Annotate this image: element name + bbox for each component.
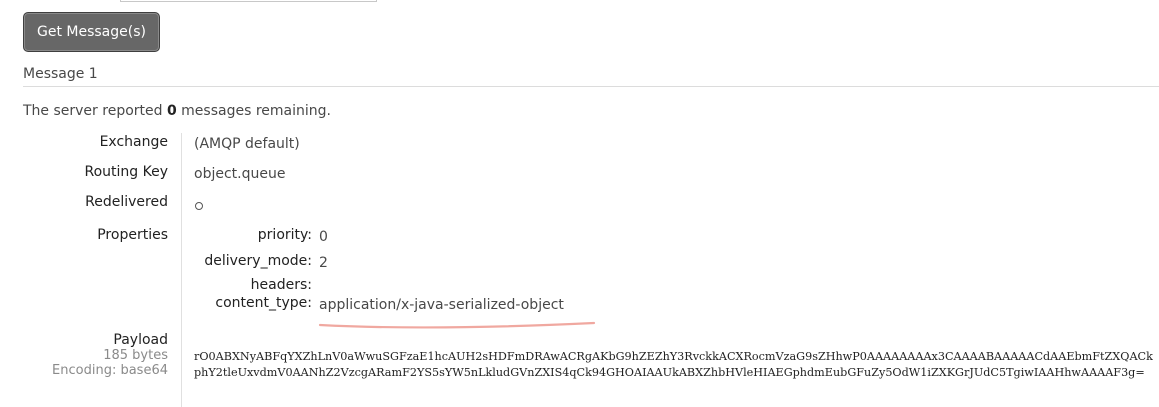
priority-value: 0 — [319, 229, 328, 245]
headers-key: headers: — [250, 277, 312, 293]
server-note: The server reported 0 messages remaining… — [23, 103, 331, 119]
annotation-underline — [318, 321, 596, 329]
delivery-mode-key: delivery_mode: — [204, 253, 312, 269]
get-messages-button[interactable]: Get Message(s) — [23, 12, 160, 52]
remaining-count: 0 — [166, 103, 177, 119]
server-note-prefix: The server reported — [23, 103, 167, 119]
field-separator-line — [181, 133, 182, 407]
content-type-key: content_type: — [215, 295, 312, 311]
circle-outline-icon — [195, 202, 203, 210]
message-title: Message 1 — [23, 66, 98, 82]
redelivered-label: Redelivered — [85, 194, 168, 210]
message-divider — [23, 86, 1159, 87]
delivery-mode-value: 2 — [319, 255, 328, 271]
payload-size: 185 bytes — [103, 348, 168, 363]
payload-label: Payload — [113, 332, 168, 348]
exchange-label: Exchange — [99, 134, 168, 150]
properties-label: Properties — [97, 227, 168, 243]
payload-text: rO0ABXNyABFqYXZhLnV0aWwuSGFzaE1hcAUH2sHD… — [194, 350, 1153, 379]
priority-key: priority: — [257, 227, 312, 243]
queue-name-input[interactable] — [120, 0, 377, 2]
server-note-suffix: messages remaining. — [176, 103, 331, 119]
routing-key-label: Routing Key — [84, 164, 168, 180]
content-type-value: application/x-java-serialized-object — [319, 297, 564, 313]
exchange-value: (AMQP default) — [194, 136, 300, 152]
routing-key-value: object.queue — [194, 166, 286, 182]
payload-encoding: Encoding: base64 — [52, 363, 168, 378]
